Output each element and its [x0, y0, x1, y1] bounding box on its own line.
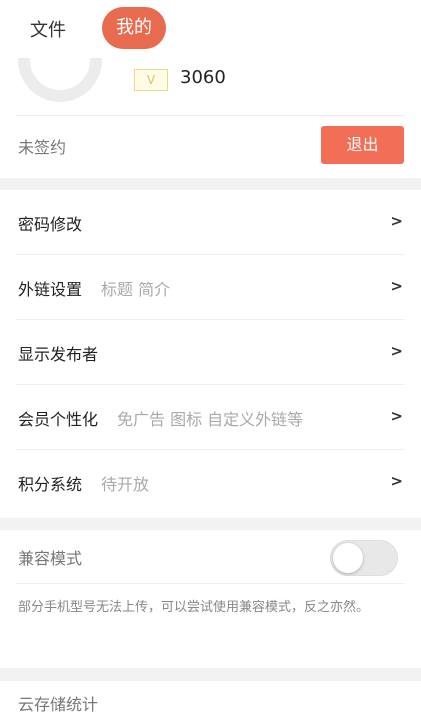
profile-card: V 3060 未签约 退出: [0, 18, 421, 178]
chevron-right-icon: >: [390, 212, 403, 230]
tab-mine[interactable]: 我的: [102, 7, 166, 49]
top-tab-bar: 文件 我的: [0, 0, 421, 58]
menu-item-title: 外链设置: [18, 280, 83, 299]
compat-mode-note: 部分手机型号无法上传，可以尝试使用兼容模式，反之亦然。: [18, 600, 370, 615]
compat-mode-title: 兼容模式: [18, 549, 83, 568]
chevron-right-icon: >: [390, 277, 403, 295]
points-value: 3060: [180, 67, 226, 88]
tab-file[interactable]: 文件: [30, 16, 66, 42]
menu-item-desc: 标题 简介: [101, 280, 171, 299]
toggle-knob: [333, 543, 363, 573]
menu-item-desc: 待开放: [101, 475, 150, 494]
menu-item-points-system[interactable]: 积分系统 待开放 >: [0, 450, 421, 515]
compat-mode-section: 兼容模式 部分手机型号无法上传，可以尝试使用兼容模式，反之亦然。: [0, 530, 421, 668]
menu-item-password[interactable]: 密码修改 >: [0, 190, 421, 255]
app-screen: 文件 我的 V 3060 未签约 退出 密码修改 > 外链设置 标题 简介 > …: [0, 0, 421, 720]
cloud-storage-stats[interactable]: 云存储统计: [0, 681, 421, 720]
chevron-right-icon: >: [390, 407, 403, 425]
menu-item-show-publisher[interactable]: 显示发布者 >: [0, 320, 421, 385]
menu-item-title: 积分系统: [18, 475, 83, 494]
vip-badge: V: [134, 69, 168, 91]
menu-item-title: 会员个性化: [18, 410, 99, 429]
menu-item-title: 密码修改: [18, 215, 83, 234]
logout-button[interactable]: 退出: [321, 126, 404, 164]
menu-item-member-personalize[interactable]: 会员个性化 免广告 图标 自定义外链等 >: [0, 385, 421, 450]
menu-item-title: 显示发布者: [18, 345, 99, 364]
settings-menu: 密码修改 > 外链设置 标题 简介 > 显示发布者 > 会员个性化 免广告 图标…: [0, 190, 421, 518]
divider: [16, 583, 405, 584]
menu-item-external-link[interactable]: 外链设置 标题 简介 >: [0, 255, 421, 320]
chevron-right-icon: >: [390, 342, 403, 360]
sign-status: 未签约: [18, 138, 67, 157]
divider: [16, 115, 405, 116]
compat-mode-toggle[interactable]: [330, 540, 398, 576]
cloud-storage-title: 云存储统计: [18, 695, 99, 714]
menu-item-desc: 免广告 图标 自定义外链等: [117, 410, 304, 429]
chevron-right-icon: >: [390, 472, 403, 490]
